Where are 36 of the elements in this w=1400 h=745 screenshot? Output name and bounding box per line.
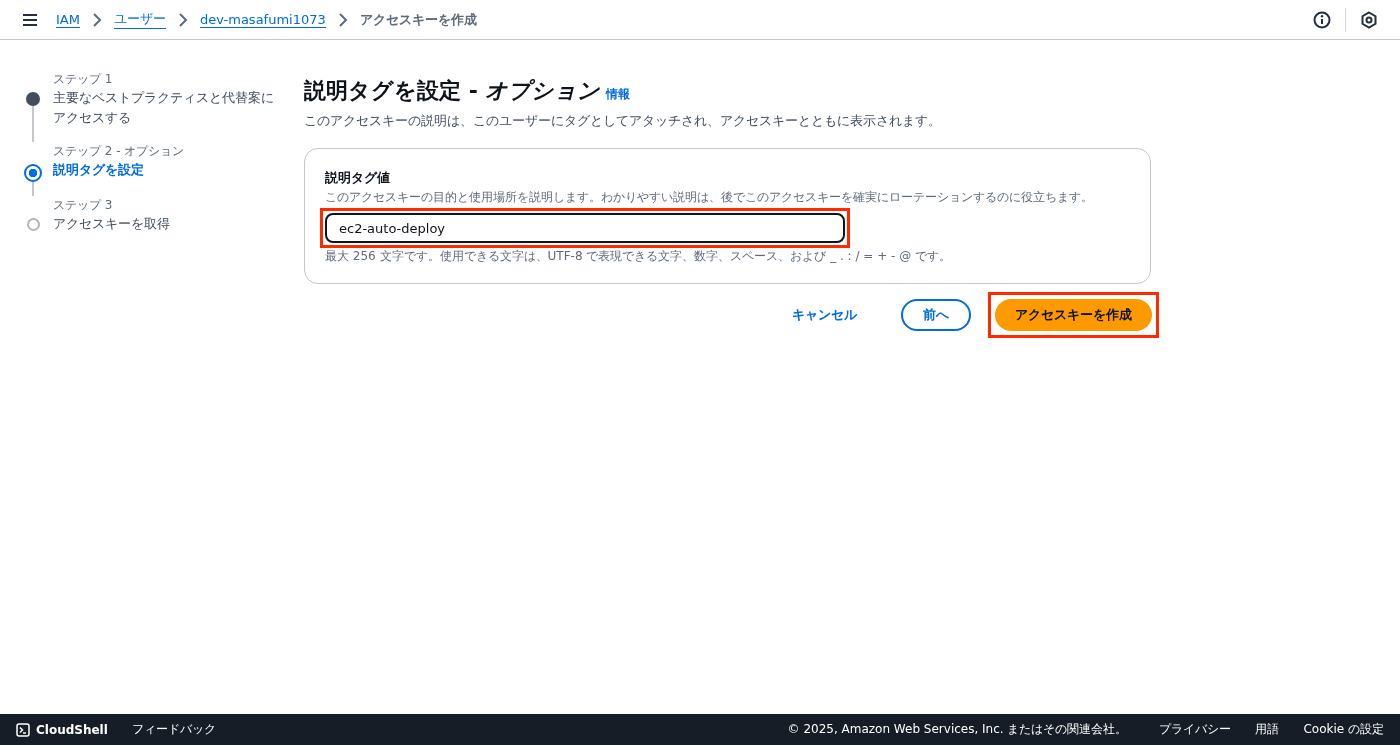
step-title: アクセスキーを取得 bbox=[53, 215, 171, 233]
breadcrumb-current: アクセスキーを作成 bbox=[359, 10, 477, 29]
breadcrumb-link[interactable]: dev-masafumi1073 bbox=[199, 11, 326, 28]
chevron-right-icon bbox=[337, 12, 348, 27]
step-title: 主要なベストプラクティスと代替案にアクセスする bbox=[53, 89, 275, 127]
step-complete-icon bbox=[26, 92, 40, 106]
chevron-right-icon bbox=[177, 12, 188, 27]
hexagon-icon[interactable] bbox=[1360, 10, 1378, 29]
description-tag-input[interactable]: ec2-auto-deploy bbox=[325, 213, 845, 243]
chevron-right-icon bbox=[91, 12, 102, 27]
previous-button[interactable]: 前へ bbox=[901, 299, 971, 331]
info-icon[interactable] bbox=[1313, 10, 1331, 29]
breadcrumb-link[interactable]: ユーザー bbox=[113, 10, 166, 29]
breadcrumb-link[interactable]: IAM bbox=[56, 11, 80, 28]
footer-link[interactable]: 用語 bbox=[1255, 721, 1280, 738]
terminal-icon bbox=[16, 722, 30, 737]
cloudshell-button[interactable]: CloudShell bbox=[16, 722, 108, 737]
field-description: このアクセスキーの目的と使用場所を説明します。わかりやすい説明は、後でこのアクセスキーを確実にローテーションするのに役立ちます。 bbox=[325, 189, 1094, 206]
step-current-icon bbox=[24, 164, 42, 182]
copyright-text: © 2025, Amazon Web Services, Inc. またはその関連会社。 bbox=[787, 721, 1128, 738]
footer-link[interactable]: プライバシー bbox=[1159, 721, 1232, 738]
info-link[interactable]: 情報 bbox=[606, 86, 631, 103]
field-label: 説明タグ値 bbox=[325, 169, 391, 187]
cancel-button[interactable]: キャンセル bbox=[772, 299, 877, 331]
page-description: このアクセスキーの説明は、このユーザーにタグとしてアタッチされ、アクセスキーとともに表示されます。 bbox=[304, 112, 942, 130]
step-number: ステップ 2 - オプション bbox=[53, 143, 186, 160]
step-title: 説明タグを設定 bbox=[53, 161, 145, 179]
feedback-link[interactable]: フィードバック bbox=[131, 721, 216, 738]
step-number: ステップ 1 bbox=[53, 71, 114, 88]
field-constraint: 最大 256 文字です。使用できる文字は、UTF-8 で表現できる文字、数字、スペース、および _ . : / = + - @ です。 bbox=[325, 248, 952, 265]
footer-link[interactable]: Cookie の設定 bbox=[1303, 721, 1384, 738]
page-title: 説明タグを設定 - オプション bbox=[304, 77, 601, 105]
create-access-key-button[interactable]: アクセスキーを作成 bbox=[995, 299, 1152, 331]
step-number: ステップ 3 bbox=[53, 197, 114, 214]
menu-icon[interactable] bbox=[22, 12, 38, 27]
step-pending-icon bbox=[26, 218, 40, 231]
